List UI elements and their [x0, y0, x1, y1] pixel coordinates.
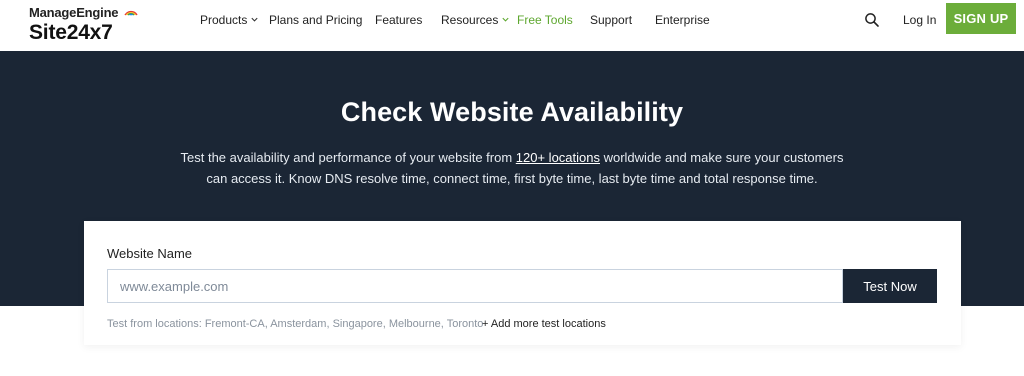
search-icon[interactable] [864, 12, 880, 28]
hero-desc-before: Test the availability and performance of… [180, 150, 516, 165]
nav-free-tools[interactable]: Free Tools [517, 13, 573, 27]
site-header: ManageEngine Site24x7 Products Plans and… [0, 0, 1024, 51]
nav-support-label: Support [590, 13, 633, 27]
nav-plans-pricing[interactable]: Plans and Pricing [269, 13, 362, 27]
test-locations-note: Test from locations: Fremont-CA, Amsterd… [107, 318, 484, 330]
add-test-locations-link[interactable]: + Add more test locations [482, 318, 606, 330]
nav-features-label: Features [375, 13, 423, 27]
nav-free-tools-label: Free Tools [517, 13, 573, 27]
logo-product-text: Site24x7 [29, 21, 113, 44]
site24x7-logo[interactable]: ManageEngine Site24x7 [29, 3, 139, 49]
website-url-input[interactable] [107, 269, 843, 303]
chevron-down-icon [251, 18, 258, 22]
nav-plans-pricing-label: Plans and Pricing [269, 13, 363, 27]
logo-company-text: ManageEngine [29, 5, 119, 20]
page-title: Check Website Availability [340, 97, 684, 127]
nav-resources-label: Resources [441, 13, 499, 27]
logo-arc-icon [124, 10, 138, 16]
locations-link[interactable]: 120+ locations [516, 150, 600, 165]
test-now-button[interactable]: Test Now [843, 269, 937, 303]
nav-enterprise-label: Enterprise [655, 13, 710, 27]
nav-resources[interactable]: Resources [441, 13, 510, 27]
nav-enterprise[interactable]: Enterprise [655, 13, 710, 27]
website-name-label: Website Name [107, 246, 193, 261]
nav-products-label: Products [200, 13, 248, 27]
hero-description: Test the availability and performance of… [170, 147, 854, 189]
signup-button[interactable]: SIGN UP [946, 3, 1016, 34]
nav-features[interactable]: Features [375, 13, 422, 27]
nav-products[interactable]: Products [200, 13, 259, 27]
chevron-down-icon [502, 18, 509, 22]
login-link[interactable]: Log In [903, 13, 936, 27]
availability-form-card: Website Name Test Now Test from location… [84, 221, 961, 345]
nav-support[interactable]: Support [590, 13, 632, 27]
